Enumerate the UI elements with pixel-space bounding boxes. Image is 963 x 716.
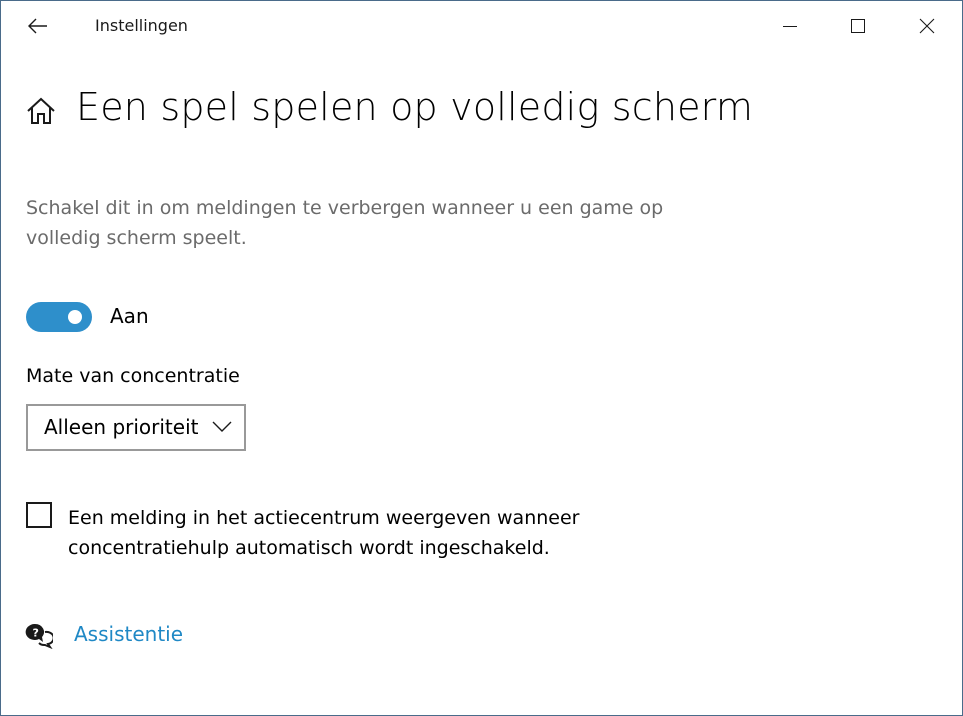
minimize-button[interactable]	[757, 1, 823, 51]
settings-window: Instellingen Een spel spelen op volledig…	[0, 0, 963, 716]
maximize-button[interactable]	[825, 1, 891, 51]
maximize-icon	[851, 19, 865, 33]
title-bar: Instellingen	[1, 1, 962, 51]
notify-checkbox-label[interactable]: Een melding in het actiecentrum weergeve…	[68, 503, 688, 563]
page-title: Een spel spelen op volledig scherm	[76, 85, 754, 129]
arrow-left-icon	[28, 18, 47, 34]
focus-level-label: Mate van concentratie	[26, 365, 240, 387]
focus-level-value: Alleen prioriteit	[44, 415, 199, 439]
notify-checkbox[interactable]	[26, 502, 52, 528]
window-title: Instellingen	[95, 16, 188, 35]
help-link[interactable]: Assistentie	[74, 622, 183, 646]
minimize-icon	[783, 26, 797, 27]
home-icon[interactable]	[25, 95, 57, 127]
toggle-knob	[68, 310, 82, 324]
page-description: Schakel dit in om meldingen te verbergen…	[26, 197, 664, 249]
svg-text:?: ?	[33, 627, 39, 640]
back-button[interactable]	[23, 11, 53, 41]
fullscreen-game-toggle[interactable]	[26, 302, 92, 332]
chevron-down-icon	[212, 421, 232, 432]
close-icon	[919, 18, 935, 34]
focus-level-dropdown[interactable]: Alleen prioriteit	[26, 404, 246, 451]
close-button[interactable]	[894, 1, 960, 51]
help-chat-icon: ?	[25, 623, 53, 649]
toggle-state-label: Aan	[110, 304, 149, 328]
